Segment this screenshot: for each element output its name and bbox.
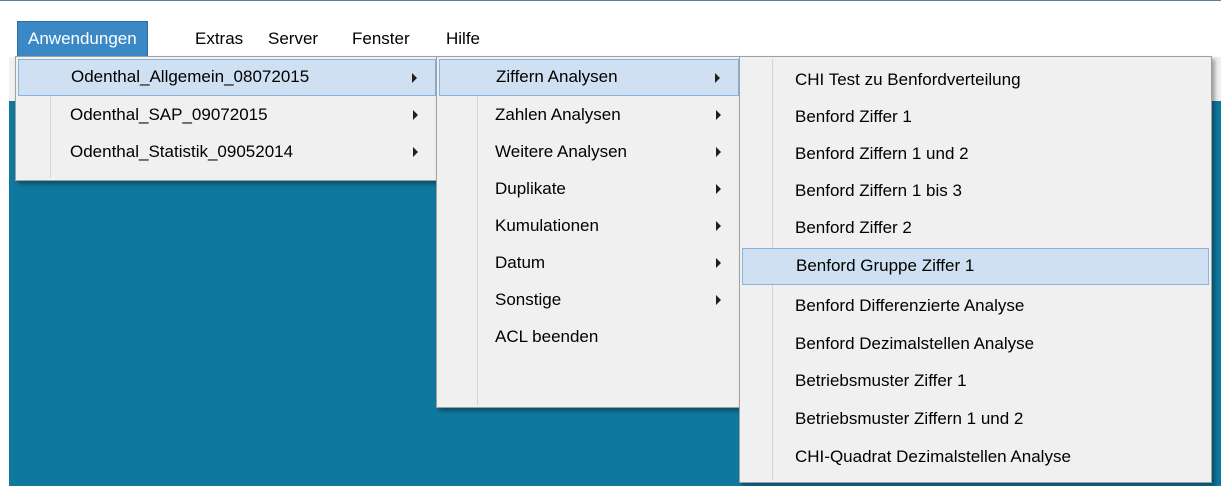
submenu-arrow-icon bbox=[716, 183, 721, 194]
menu-fenster[interactable]: Fenster bbox=[342, 21, 420, 57]
menu-item-ziffern-analysen[interactable]: Ziffern Analysen bbox=[439, 59, 739, 96]
menu-item-label: Betriebsmuster Ziffern 1 und 2 bbox=[795, 409, 1024, 428]
menu-item-label: Datum bbox=[495, 253, 546, 272]
menu-item-label: Odenthal_SAP_09072015 bbox=[70, 105, 268, 124]
menu-item-odenthal-allgemein[interactable]: Odenthal_Allgemein_08072015 bbox=[18, 59, 436, 96]
menu-item-acl-beenden[interactable]: ACL beenden bbox=[439, 318, 739, 355]
menu-item-label: Kumulationen bbox=[495, 216, 599, 235]
menu-item-chi-test-benford[interactable]: CHI Test zu Benfordverteilung bbox=[742, 61, 1209, 98]
submenu-arrow-icon bbox=[716, 257, 721, 268]
menu-bar: Anwendungen Extras Server Fenster Hilfe bbox=[9, 21, 1221, 57]
menu-item-label: Odenthal_Allgemein_08072015 bbox=[71, 67, 310, 86]
odenthal-allgemein-submenu: Ziffern Analysen Zahlen Analysen Weitere… bbox=[436, 56, 742, 408]
menu-item-chi-quadrat-dezimalstellen[interactable]: CHI-Quadrat Dezimalstellen Analyse bbox=[742, 438, 1209, 475]
menu-item-label: Benford Ziffer 2 bbox=[795, 218, 912, 237]
menu-extras[interactable]: Extras bbox=[185, 21, 253, 57]
menu-item-zahlen-analysen[interactable]: Zahlen Analysen bbox=[439, 96, 739, 133]
menu-item-benford-ziffern-1-2[interactable]: Benford Ziffern 1 und 2 bbox=[742, 135, 1209, 172]
submenu-arrow-icon bbox=[412, 72, 417, 83]
menu-item-benford-dezimalstellen-analyse[interactable]: Benford Dezimalstellen Analyse bbox=[742, 325, 1209, 362]
menu-item-sonstige[interactable]: Sonstige bbox=[439, 281, 739, 318]
menu-item-datum[interactable]: Datum bbox=[439, 244, 739, 281]
submenu-arrow-icon bbox=[716, 294, 721, 305]
menu-item-odenthal-sap[interactable]: Odenthal_SAP_09072015 bbox=[18, 96, 436, 133]
menu-item-label: Zahlen Analysen bbox=[495, 105, 621, 124]
submenu-arrow-icon bbox=[715, 72, 720, 83]
menu-item-label: Benford Ziffern 1 bis 3 bbox=[795, 181, 962, 200]
menu-item-label: Benford Ziffern 1 und 2 bbox=[795, 144, 969, 163]
submenu-arrow-icon bbox=[716, 109, 721, 120]
menu-item-label: Sonstige bbox=[495, 290, 562, 309]
menu-item-label: Betriebsmuster Ziffer 1 bbox=[795, 371, 967, 390]
menu-item-kumulationen[interactable]: Kumulationen bbox=[439, 207, 739, 244]
menu-item-label: Benford Gruppe Ziffer 1 bbox=[796, 256, 975, 275]
menu-item-benford-gruppe-ziffer-1[interactable]: Benford Gruppe Ziffer 1 bbox=[742, 248, 1209, 285]
ziffern-analysen-submenu: CHI Test zu Benfordverteilung Benford Zi… bbox=[739, 56, 1212, 483]
menu-item-label: CHI-Quadrat Dezimalstellen Analyse bbox=[795, 447, 1071, 466]
menu-item-label: Ziffern Analysen bbox=[496, 67, 618, 86]
menu-anwendungen[interactable]: Anwendungen bbox=[17, 21, 148, 57]
menu-item-label: ACL beenden bbox=[495, 327, 599, 346]
menu-server[interactable]: Server bbox=[258, 21, 328, 57]
submenu-arrow-icon bbox=[413, 109, 418, 120]
menu-item-duplikate[interactable]: Duplikate bbox=[439, 170, 739, 207]
menu-item-label: Benford Ziffer 1 bbox=[795, 107, 912, 126]
submenu-arrow-icon bbox=[716, 146, 721, 157]
submenu-arrow-icon bbox=[413, 146, 418, 157]
menu-item-betriebsmuster-ziffer-1[interactable]: Betriebsmuster Ziffer 1 bbox=[742, 362, 1209, 399]
anwendungen-dropdown: Odenthal_Allgemein_08072015 Odenthal_SAP… bbox=[15, 56, 439, 181]
submenu-arrow-icon bbox=[716, 220, 721, 231]
menu-item-label: Benford Differenzierte Analyse bbox=[795, 296, 1025, 315]
menu-item-weitere-analysen[interactable]: Weitere Analysen bbox=[439, 133, 739, 170]
menu-item-label: CHI Test zu Benfordverteilung bbox=[795, 70, 1021, 89]
menu-item-benford-ziffern-1-3[interactable]: Benford Ziffern 1 bis 3 bbox=[742, 172, 1209, 209]
menu-item-betriebsmuster-ziffern-1-2[interactable]: Betriebsmuster Ziffern 1 und 2 bbox=[742, 400, 1209, 437]
menu-item-label: Benford Dezimalstellen Analyse bbox=[795, 334, 1035, 353]
menu-item-label: Weitere Analysen bbox=[495, 142, 627, 161]
menu-item-benford-ziffer-2[interactable]: Benford Ziffer 2 bbox=[742, 209, 1209, 246]
menu-item-benford-differenzierte-analyse[interactable]: Benford Differenzierte Analyse bbox=[742, 287, 1209, 324]
menu-hilfe[interactable]: Hilfe bbox=[436, 21, 490, 57]
menu-item-benford-ziffer-1[interactable]: Benford Ziffer 1 bbox=[742, 98, 1209, 135]
menu-item-label: Odenthal_Statistik_09052014 bbox=[70, 142, 294, 161]
menu-item-label: Duplikate bbox=[495, 179, 566, 198]
menu-item-odenthal-statistik[interactable]: Odenthal_Statistik_09052014 bbox=[18, 133, 436, 170]
